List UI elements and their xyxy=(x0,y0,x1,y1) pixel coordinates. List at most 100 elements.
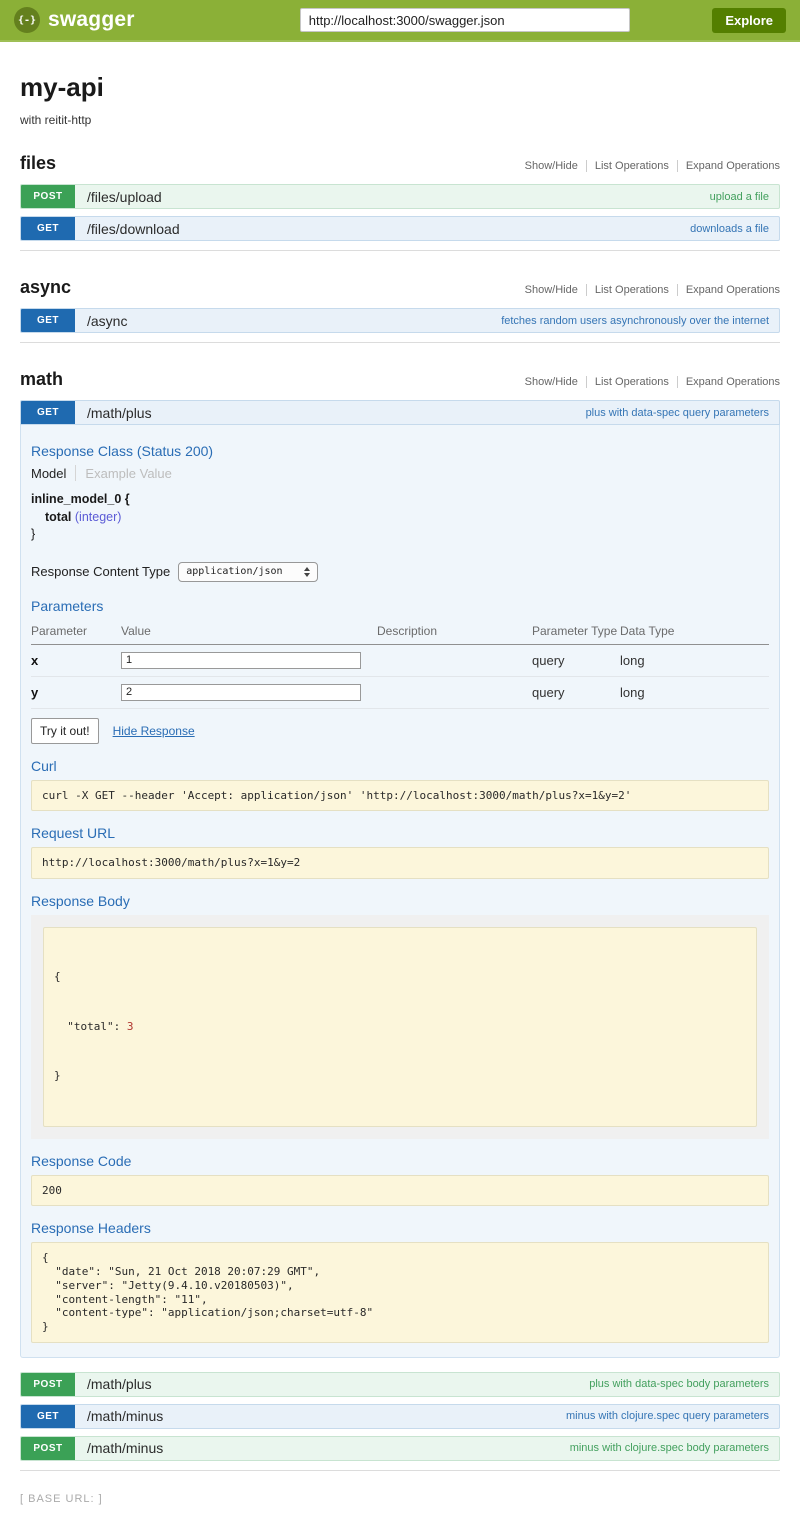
param-description xyxy=(377,677,532,709)
model-tabs: Model Example Value xyxy=(31,465,769,481)
col-data-type: Data Type xyxy=(620,620,769,645)
divider xyxy=(586,376,587,388)
response-body-wrapper: { "total": 3 } xyxy=(31,915,769,1139)
param-name: y xyxy=(31,677,121,709)
method-badge: GET xyxy=(21,401,75,424)
api-subtitle: with reitit-http xyxy=(20,113,780,127)
operation-path[interactable]: /files/download xyxy=(75,217,180,240)
operation-summary[interactable]: plus with data-spec query parameters xyxy=(586,401,779,424)
col-parameter-type: Parameter Type xyxy=(532,620,620,645)
method-badge: GET xyxy=(21,217,75,240)
response-class-heading: Response Class (Status 200) xyxy=(31,443,769,459)
model-prop-type: (integer) xyxy=(75,510,122,524)
expand-operations-link[interactable]: Expand Operations xyxy=(686,284,780,296)
col-value: Value xyxy=(121,620,377,645)
resource-title: files xyxy=(20,153,56,174)
swagger-brand[interactable]: {-} swagger xyxy=(14,7,135,33)
col-description: Description xyxy=(377,620,532,645)
resource-section-math: math Show/Hide List Operations Expand Op… xyxy=(20,369,780,1471)
list-operations-link[interactable]: List Operations xyxy=(595,160,669,172)
col-parameter: Parameter xyxy=(31,620,121,645)
list-operations-link[interactable]: List Operations xyxy=(595,376,669,388)
method-badge: GET xyxy=(21,1405,75,1428)
operation-summary[interactable]: fetches random users asynchronously over… xyxy=(501,309,779,332)
operation-path[interactable]: /math/minus xyxy=(75,1437,163,1460)
model-signature: inline_model_0 { total (integer) } xyxy=(31,491,769,544)
base-url-footer: [ BASE URL: ] xyxy=(20,1493,780,1505)
operation-summary[interactable]: minus with clojure.spec query parameters xyxy=(566,1405,779,1428)
operation-detail-panel: Response Class (Status 200) Model Exampl… xyxy=(20,425,780,1358)
param-data-type: long xyxy=(620,645,769,677)
operation-row[interactable]: POST /math/minus minus with clojure.spec… xyxy=(20,1436,780,1461)
request-url-heading: Request URL xyxy=(31,825,769,841)
divider xyxy=(586,160,587,172)
parameters-heading: Parameters xyxy=(31,598,769,614)
operation-path[interactable]: /async xyxy=(75,309,127,332)
operation-path[interactable]: /math/minus xyxy=(75,1405,163,1428)
tab-example-value[interactable]: Example Value xyxy=(85,466,171,481)
hide-response-link[interactable]: Hide Response xyxy=(113,724,195,738)
operation-path[interactable]: /math/plus xyxy=(75,401,152,424)
show-hide-link[interactable]: Show/Hide xyxy=(525,160,578,172)
expand-operations-link[interactable]: Expand Operations xyxy=(686,160,780,172)
param-type: query xyxy=(532,677,620,709)
operation-summary[interactable]: downloads a file xyxy=(690,217,779,240)
operation-summary[interactable]: minus with clojure.spec body parameters xyxy=(570,1437,779,1460)
response-body-json: { "total": 3 } xyxy=(43,927,757,1127)
top-bar: {-} swagger Explore xyxy=(0,0,800,42)
operation-row[interactable]: POST /math/plus plus with data-spec body… xyxy=(20,1372,780,1397)
param-value-input-x[interactable] xyxy=(121,652,361,669)
curl-heading: Curl xyxy=(31,758,769,774)
response-code-heading: Response Code xyxy=(31,1153,769,1169)
parameters-table: Parameter Value Description Parameter Ty… xyxy=(31,620,769,709)
divider xyxy=(677,160,678,172)
divider xyxy=(677,376,678,388)
operation-row[interactable]: POST /files/upload upload a file xyxy=(20,184,780,209)
method-badge: POST xyxy=(21,185,75,208)
request-url: http://localhost:3000/math/plus?x=1&y=2 xyxy=(31,847,769,879)
response-headers-json: { "date": "Sun, 21 Oct 2018 20:07:29 GMT… xyxy=(31,1242,769,1343)
response-content-type-select[interactable]: application/json xyxy=(178,562,318,582)
response-content-type-value: application/json xyxy=(186,566,282,577)
response-code: 200 xyxy=(31,1175,769,1207)
resource-section-files: files Show/Hide List Operations Expand O… xyxy=(20,153,780,251)
response-body-heading: Response Body xyxy=(31,893,769,909)
divider xyxy=(75,465,76,481)
operation-row[interactable]: GET /math/plus plus with data-spec query… xyxy=(20,400,780,425)
swagger-logo-icon: {-} xyxy=(14,7,40,33)
method-badge: POST xyxy=(21,1373,75,1396)
expand-operations-link[interactable]: Expand Operations xyxy=(686,376,780,388)
response-content-type-label: Response Content Type xyxy=(31,564,170,579)
show-hide-link[interactable]: Show/Hide xyxy=(525,376,578,388)
operation-row[interactable]: GET /async fetches random users asynchro… xyxy=(20,308,780,333)
method-badge: POST xyxy=(21,1437,75,1460)
operation-path[interactable]: /math/plus xyxy=(75,1373,152,1396)
api-title: my-api xyxy=(20,72,780,103)
operation-path[interactable]: /files/upload xyxy=(75,185,162,208)
show-hide-link[interactable]: Show/Hide xyxy=(525,284,578,296)
operation-row[interactable]: GET /files/download downloads a file xyxy=(20,216,780,241)
select-arrows-icon xyxy=(304,567,310,577)
param-value-input-y[interactable] xyxy=(121,684,361,701)
explore-button[interactable]: Explore xyxy=(712,8,786,33)
response-body-value: 3 xyxy=(127,1020,134,1033)
resource-title: math xyxy=(20,369,63,390)
operation-summary[interactable]: plus with data-spec body parameters xyxy=(589,1373,779,1396)
spec-url-input[interactable] xyxy=(300,8,630,32)
tab-model[interactable]: Model xyxy=(31,466,66,481)
method-badge: GET xyxy=(21,309,75,332)
param-type: query xyxy=(532,645,620,677)
try-it-out-button[interactable]: Try it out! xyxy=(31,718,99,744)
divider xyxy=(586,284,587,296)
resource-title: async xyxy=(20,277,71,298)
operation-row[interactable]: GET /math/minus minus with clojure.spec … xyxy=(20,1404,780,1429)
resource-section-async: async Show/Hide List Operations Expand O… xyxy=(20,277,780,343)
param-description xyxy=(377,645,532,677)
param-name: x xyxy=(31,645,121,677)
operation-summary[interactable]: upload a file xyxy=(710,185,779,208)
divider xyxy=(677,284,678,296)
param-data-type: long xyxy=(620,677,769,709)
response-headers-heading: Response Headers xyxy=(31,1220,769,1236)
list-operations-link[interactable]: List Operations xyxy=(595,284,669,296)
brand-name: swagger xyxy=(48,8,135,32)
